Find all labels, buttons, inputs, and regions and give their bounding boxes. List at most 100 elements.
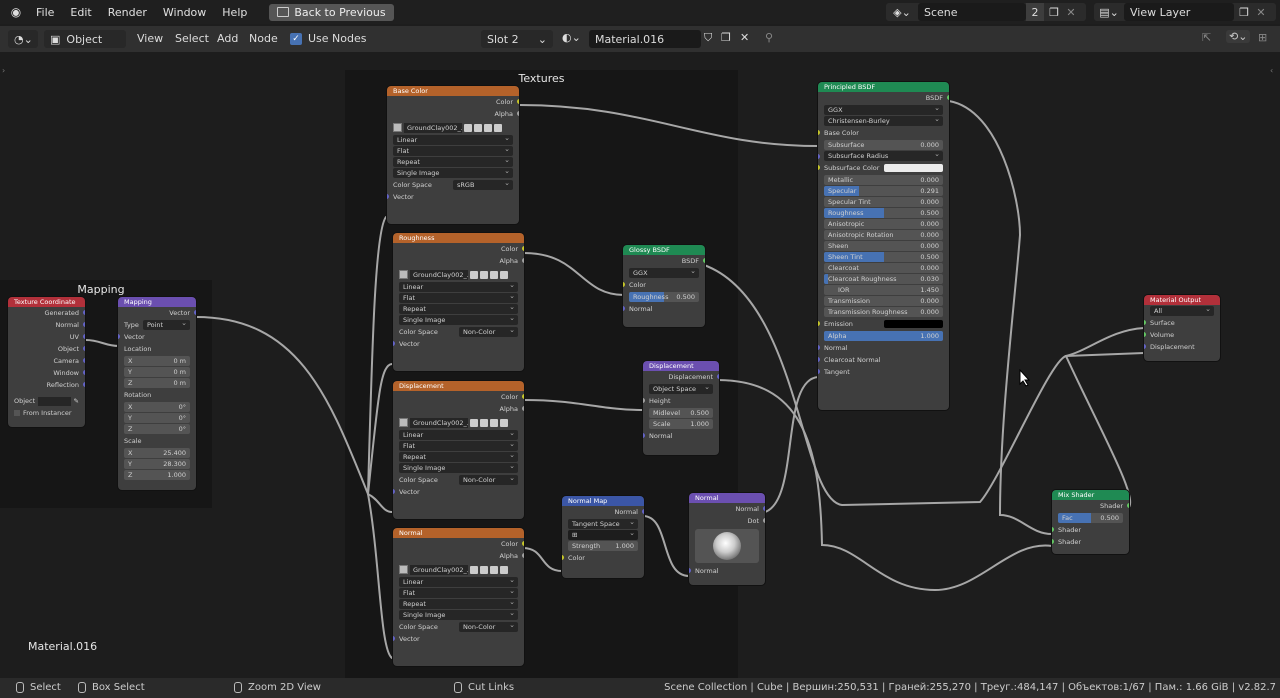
socket-normal[interactable] xyxy=(83,322,85,327)
source-dropdown[interactable]: Single Image xyxy=(399,313,518,325)
displacement-texture-header[interactable]: Displacement xyxy=(393,381,524,391)
clearcoat-roughness-field[interactable]: Clearcoat Roughness 0.030 xyxy=(824,274,943,284)
unlink-material-icon[interactable]: ✕ xyxy=(740,31,749,44)
socket-glossy-bsdf[interactable] xyxy=(703,258,705,263)
socket-displacement-normal[interactable] xyxy=(643,433,645,438)
uv-map-field[interactable]: ⊞ xyxy=(568,528,638,540)
socket-shader-2[interactable] xyxy=(1052,539,1054,544)
source-dropdown[interactable]: Single Image xyxy=(399,461,518,473)
socket-normal-in[interactable] xyxy=(689,568,691,573)
extension-dropdown[interactable]: Repeat xyxy=(399,302,518,314)
socket-tangent[interactable] xyxy=(818,369,820,374)
color-space[interactable]: Color Space Non-Color xyxy=(393,620,524,633)
fake-user-shield-icon[interactable]: ⛉ xyxy=(704,31,712,45)
source-dropdown[interactable]: Single Image xyxy=(393,166,513,178)
duplicate-material-icon[interactable]: ❐ xyxy=(721,31,731,44)
scale-y[interactable]: Y 28.300 xyxy=(124,459,190,469)
socket-shader-1[interactable] xyxy=(1052,527,1054,532)
roughness-field[interactable]: Roughness 0.500 xyxy=(824,208,943,218)
space-dropdown[interactable]: Tangent Space xyxy=(568,517,638,529)
duplicate-icon[interactable] xyxy=(474,123,482,132)
socket-subsurface-radius[interactable] xyxy=(818,154,820,159)
socket-basecolor-alpha[interactable] xyxy=(517,111,519,116)
distribution-dropdown[interactable]: GGX xyxy=(824,103,943,115)
projection-dropdown[interactable]: Flat xyxy=(399,586,518,598)
image-thumbnail-icon[interactable] xyxy=(393,123,402,132)
location-z[interactable]: Z0 m xyxy=(124,378,190,388)
scale-x[interactable]: X 25.400 xyxy=(124,448,190,458)
socket-surface[interactable] xyxy=(1144,320,1146,325)
alpha-field[interactable]: Alpha 1.000 xyxy=(824,331,943,341)
interpolation-dropdown[interactable]: Linear xyxy=(399,428,518,440)
new-scene-icon[interactable]: ❐ xyxy=(1044,6,1064,19)
socket-roughness-alpha[interactable] xyxy=(522,258,524,263)
normal-map-header[interactable]: Normal Map xyxy=(562,496,644,506)
subsurface-radius-field[interactable]: Subsurface Radius xyxy=(818,149,943,161)
socket-disptex-color[interactable] xyxy=(522,394,524,399)
image-selector[interactable]: GroundClay002_... xyxy=(399,564,518,575)
socket-output-displacement[interactable] xyxy=(1144,344,1146,349)
socket-dot-out[interactable] xyxy=(763,518,765,523)
base-color-texture-node[interactable]: Base Color Color Alpha GroundClay002_...… xyxy=(387,86,519,224)
socket-principled-bsdf[interactable] xyxy=(947,95,949,100)
anisotropic-field[interactable]: Anisotropic 0.000 xyxy=(824,219,943,229)
roughness-header[interactable]: Roughness xyxy=(393,233,524,243)
subsurface-color-swatch[interactable] xyxy=(884,164,943,172)
checkbox-icon[interactable] xyxy=(14,410,20,416)
image-selector[interactable]: GroundClay002_... xyxy=(393,122,513,133)
close-icon[interactable] xyxy=(500,418,508,427)
mix-shader-header[interactable]: Mix Shader xyxy=(1052,490,1129,500)
menu-add[interactable]: Add xyxy=(210,32,245,45)
strength-field[interactable]: Strength 1.000 xyxy=(568,541,638,551)
socket-camera[interactable] xyxy=(83,358,85,363)
principled-bsdf-header[interactable]: Principled BSDF xyxy=(818,82,949,92)
normal-texture-node[interactable]: Normal Color Alpha GroundClay002_... Lin… xyxy=(393,528,524,666)
material-browse-icon[interactable]: ◐⌄ xyxy=(562,31,586,44)
mapping-header[interactable]: Mapping xyxy=(118,297,196,307)
socket-normaltex-alpha[interactable] xyxy=(522,553,524,558)
texture-coordinate-node[interactable]: Texture Coordinate Generated Normal UV O… xyxy=(8,297,85,427)
socket-principled-normal[interactable] xyxy=(818,345,820,350)
color-space[interactable]: Color Space Non-Color xyxy=(393,325,524,338)
shader-type-dropdown[interactable]: ▣ Object xyxy=(44,30,126,48)
glossy-bsdf-node[interactable]: Glossy BSDF BSDF GGX Color Roughness0.50… xyxy=(623,245,705,327)
socket-volume[interactable] xyxy=(1144,332,1146,337)
socket-normalmap-color[interactable] xyxy=(562,555,564,560)
normal-sphere-widget[interactable] xyxy=(695,529,759,563)
close-icon[interactable] xyxy=(500,565,508,574)
socket-mix-out[interactable] xyxy=(1127,503,1129,508)
interpolation-dropdown[interactable]: Linear xyxy=(399,280,518,292)
close-icon[interactable] xyxy=(494,123,502,132)
image-selector[interactable]: GroundClay002_... xyxy=(399,417,518,428)
close-icon[interactable] xyxy=(500,270,508,279)
image-thumbnail-icon[interactable] xyxy=(399,270,408,279)
socket-glossy-color[interactable] xyxy=(623,282,625,287)
new-view-layer-icon[interactable]: ❐ xyxy=(1234,6,1254,19)
roughness-slider[interactable]: Roughness 0.500 xyxy=(629,292,699,302)
fake-user-icon[interactable] xyxy=(470,270,478,279)
emission-swatch[interactable] xyxy=(884,320,943,328)
folder-icon[interactable] xyxy=(484,123,492,132)
fac-slider[interactable]: Fac 0.500 xyxy=(1058,513,1123,523)
midlevel-field[interactable]: Midlevel 0.500 xyxy=(649,408,713,418)
from-instancer-checkbox[interactable]: From Instancer xyxy=(8,407,85,419)
normal-header[interactable]: Normal xyxy=(689,493,765,503)
parent-node-tree-icon[interactable]: ⇱ xyxy=(1202,31,1211,44)
socket-object[interactable] xyxy=(83,346,85,351)
sheen-field[interactable]: Sheen 0.000 xyxy=(824,241,943,251)
fake-user-icon[interactable] xyxy=(470,418,478,427)
normal-node[interactable]: Normal Normal Dot Normal xyxy=(689,493,765,585)
view-layer-name[interactable]: View Layer xyxy=(1124,3,1234,21)
pin-icon[interactable]: ⚲ xyxy=(765,31,773,44)
projection-dropdown[interactable]: Flat xyxy=(399,439,518,451)
ior-field[interactable]: IOR 1.450 xyxy=(824,285,943,295)
scene-selector[interactable]: ◈⌄ Scene 2 ❐ ✕ xyxy=(886,3,1086,21)
socket-subsurface-color[interactable] xyxy=(818,165,820,170)
menu-edit[interactable]: Edit xyxy=(62,6,99,19)
mapping-node[interactable]: Mapping Vector Type Point Vector Locatio… xyxy=(118,297,196,490)
overlay-icon[interactable]: ⊞ xyxy=(1258,31,1267,44)
menu-file[interactable]: File xyxy=(28,6,62,19)
socket-roughness-color[interactable] xyxy=(522,246,524,251)
normal-map-node[interactable]: Normal Map Normal Tangent Space ⊞ Streng… xyxy=(562,496,644,578)
color-space[interactable]: Color Space sRGB xyxy=(387,178,519,191)
